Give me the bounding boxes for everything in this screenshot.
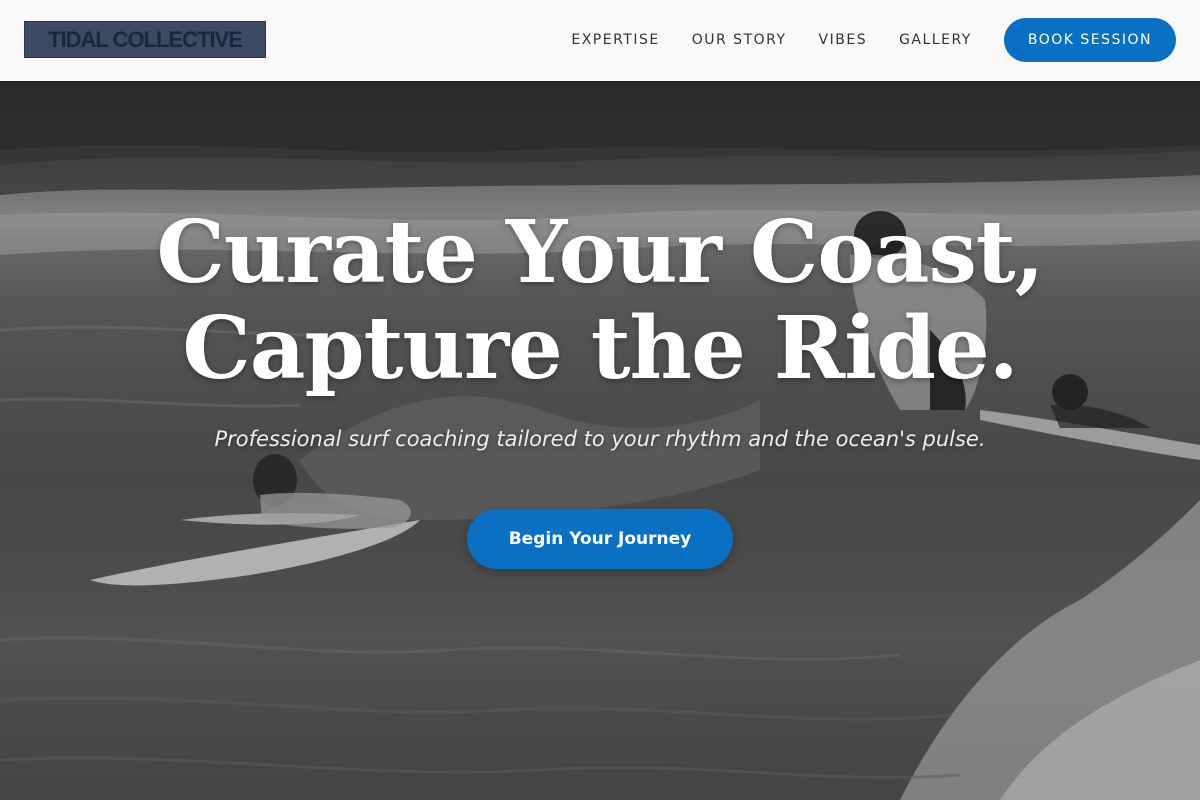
landing-page: TIDAL COLLECTIVE EXPERTISE OUR STORY VIB…: [0, 0, 1200, 800]
hero-subtitle: Professional surf coaching tailored to y…: [214, 427, 986, 451]
nav-link-expertise[interactable]: EXPERTISE: [571, 32, 659, 48]
begin-journey-button[interactable]: Begin Your Journey: [467, 509, 733, 569]
logo[interactable]: TIDAL COLLECTIVE: [24, 21, 266, 58]
hero-section: Curate Your Coast, Capture the Ride. Pro…: [0, 205, 1200, 569]
hero-title-line-2: Capture the Ride.: [182, 298, 1018, 399]
hero-title-line-1: Curate Your Coast,: [156, 202, 1044, 303]
book-session-button[interactable]: BOOK SESSION: [1003, 18, 1176, 62]
main-nav: EXPERTISE OUR STORY VIBES GALLERY BOOK S…: [571, 18, 1176, 62]
site-header: TIDAL COLLECTIVE EXPERTISE OUR STORY VIB…: [0, 0, 1200, 81]
nav-link-vibes[interactable]: VIBES: [819, 32, 868, 48]
nav-link-gallery[interactable]: GALLERY: [899, 32, 972, 48]
nav-link-our-story[interactable]: OUR STORY: [692, 32, 787, 48]
logo-text: TIDAL COLLECTIVE: [48, 26, 243, 52]
hero-title: Curate Your Coast, Capture the Ride.: [0, 205, 1200, 397]
